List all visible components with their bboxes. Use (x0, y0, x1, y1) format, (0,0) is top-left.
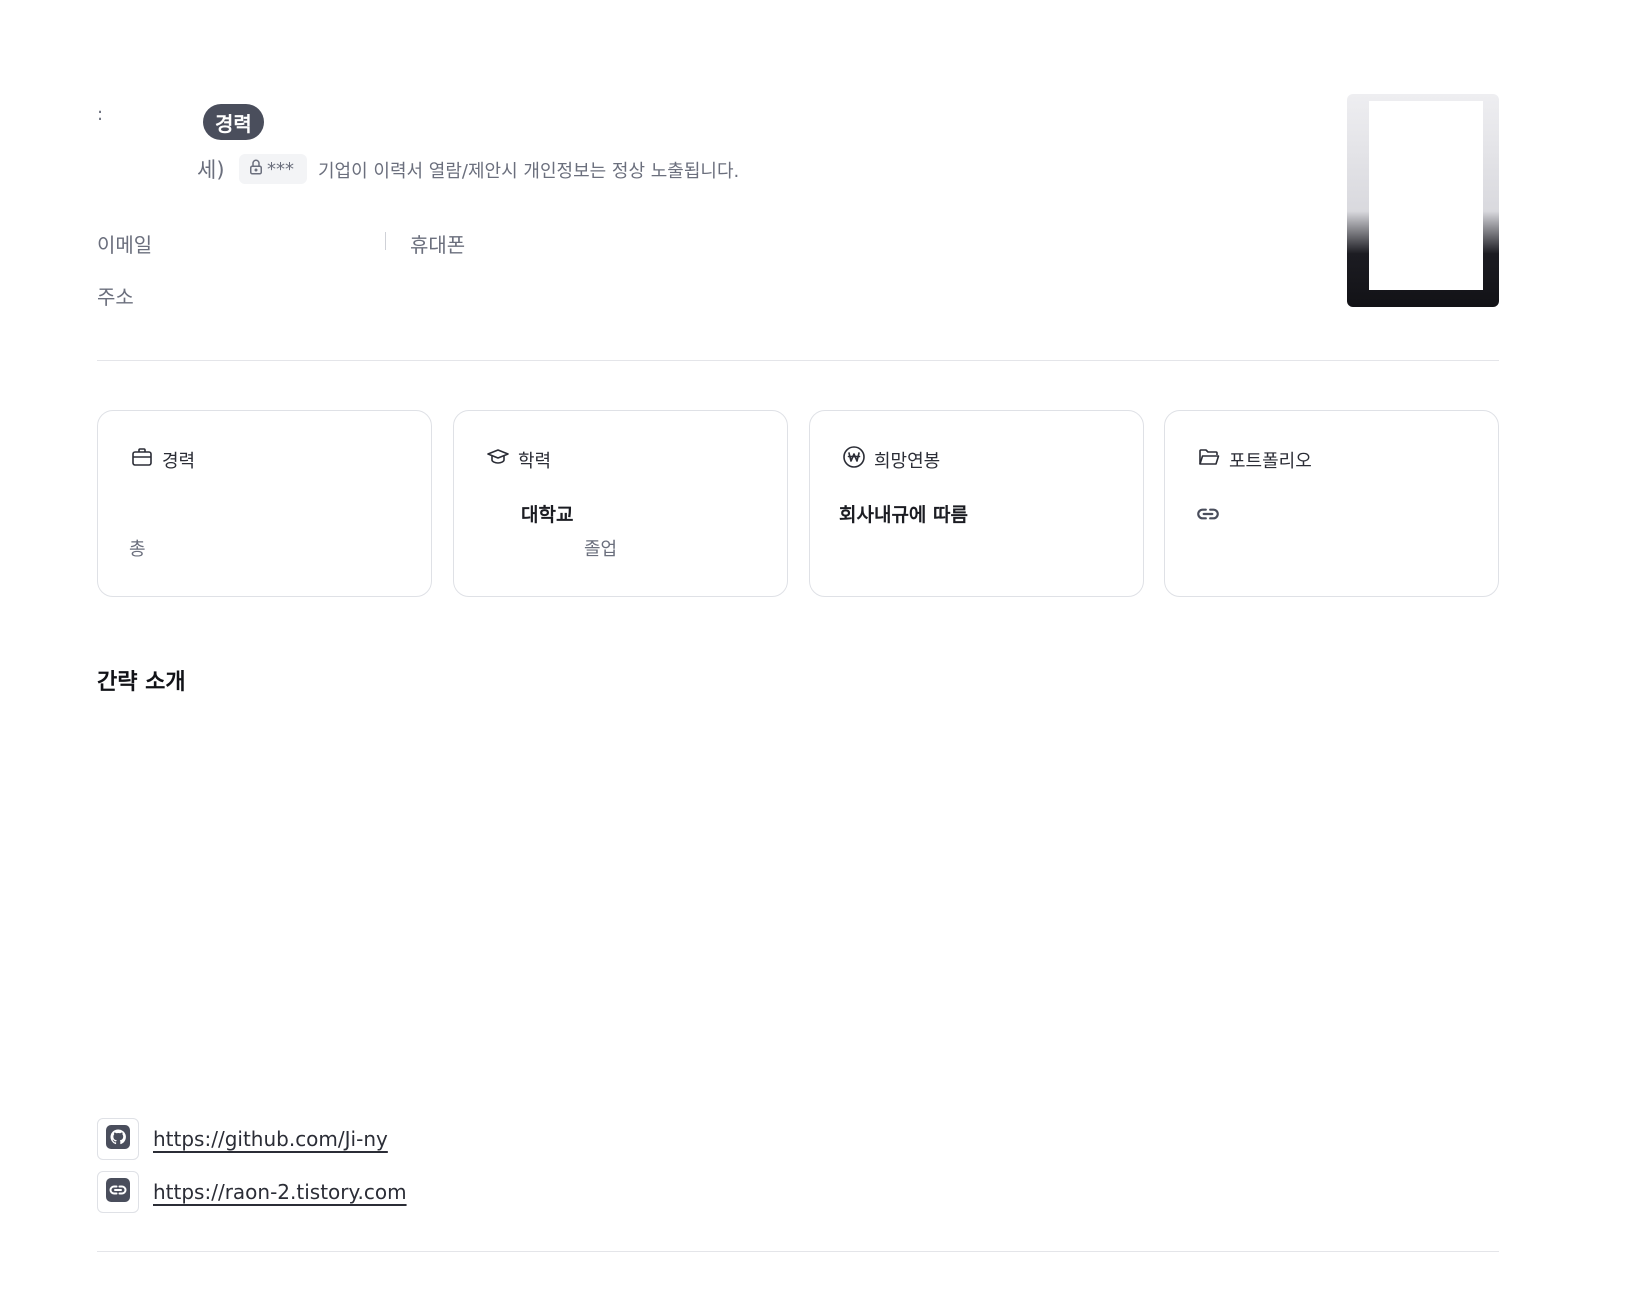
briefcase-icon (130, 445, 154, 474)
profile-photo (1347, 94, 1499, 307)
intro-title: 간략 소개 (97, 670, 186, 695)
link-icon-box (97, 1171, 139, 1213)
photo-redaction (1369, 101, 1483, 290)
privacy-chip: *** (239, 154, 307, 184)
education-card: 학력 대학교 졸업 (453, 410, 788, 597)
folder-icon (1197, 445, 1221, 474)
name-fragment: : (97, 104, 104, 125)
won-icon (842, 445, 866, 474)
github-icon (106, 1125, 130, 1153)
career-badge: 경력 (203, 104, 264, 140)
graduation-cap-icon (486, 445, 510, 474)
lock-icon (247, 158, 265, 181)
link-row-blog[interactable]: https://raon-2.tistory.com (97, 1171, 407, 1213)
email-label: 이메일 (97, 233, 153, 257)
career-total: 총 (129, 539, 146, 560)
footer-divider (97, 1251, 1499, 1252)
portfolio-card-title: 포트폴리오 (1229, 450, 1312, 472)
education-card-title: 학력 (518, 450, 552, 472)
link-icon (106, 1178, 130, 1206)
blog-link[interactable]: https://raon-2.tistory.com (153, 1180, 407, 1204)
salary-value: 회사내규에 따름 (839, 504, 968, 526)
education-card-header: 학력 (486, 445, 551, 474)
salary-card: 희망연봉 회사내규에 따름 (809, 410, 1144, 597)
age-fragment: 세) (197, 158, 225, 182)
portfolio-card: 포트폴리오 (1164, 410, 1499, 597)
privacy-note: 기업이 이력서 열람/제안시 개인정보는 정상 노출됩니다. (318, 161, 740, 182)
privacy-mask: *** (267, 158, 294, 180)
salary-card-title: 희망연봉 (874, 450, 941, 472)
salary-card-header: 희망연봉 (842, 445, 940, 474)
link-row-github[interactable]: https://github.com/Ji-ny (97, 1118, 388, 1160)
phone-label: 휴대폰 (410, 233, 466, 257)
career-card-header: 경력 (130, 445, 195, 474)
header-divider (97, 360, 1499, 361)
github-icon-box (97, 1118, 139, 1160)
portfolio-card-header: 포트폴리오 (1197, 445, 1312, 474)
career-card-title: 경력 (162, 450, 196, 472)
career-card: 경력 총 (97, 410, 432, 597)
link-icon[interactable] (1195, 501, 1221, 531)
github-link[interactable]: https://github.com/Ji-ny (153, 1127, 388, 1151)
contact-separator (385, 232, 386, 250)
address-label: 주소 (97, 285, 134, 309)
education-school: 대학교 (521, 504, 574, 526)
education-status: 졸업 (584, 539, 618, 560)
